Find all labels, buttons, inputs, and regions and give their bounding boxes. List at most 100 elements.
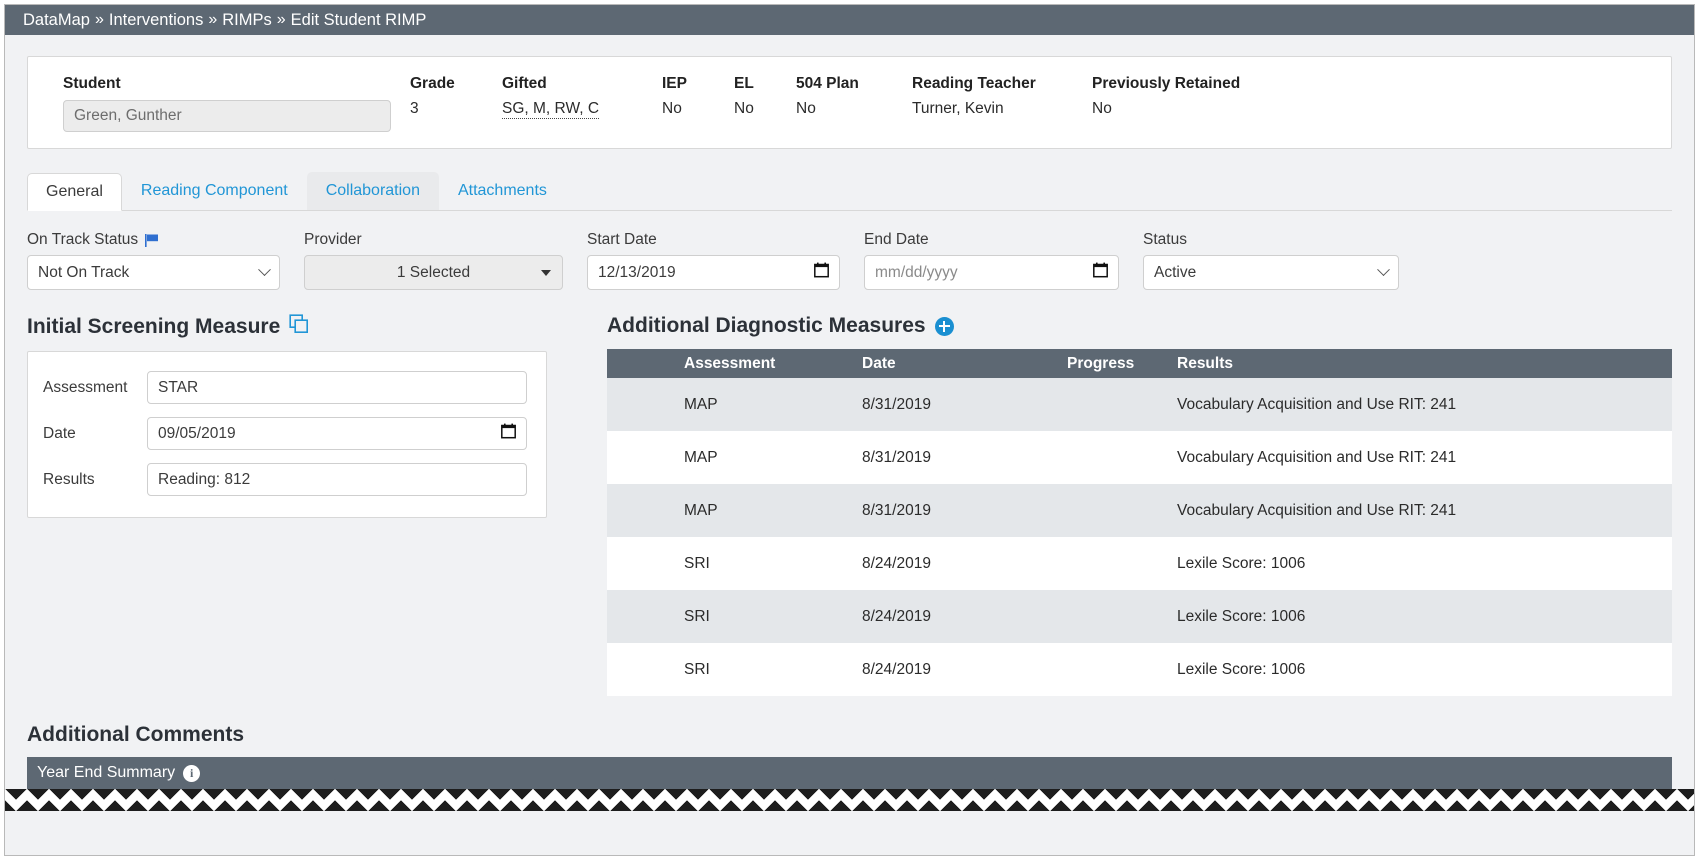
on-track-status-select[interactable]: Not On Track [27, 255, 280, 290]
start-date-field: Start Date 12/13/2019 [587, 231, 840, 290]
start-date-input[interactable]: 12/13/2019 [587, 255, 840, 290]
column-header-progress[interactable]: Progress [1067, 349, 1177, 378]
tab-general[interactable]: General [27, 173, 122, 211]
reading-teacher-label: Reading Teacher [912, 75, 1036, 92]
diagnostic-measures-table: Assessment Date Progress Results MAP 8/3… [607, 349, 1672, 696]
cell-results: Vocabulary Acquisition and Use RIT: 241 [1177, 501, 1457, 519]
iep-field: IEP No [662, 75, 734, 118]
additional-comments-heading: Additional Comments [27, 723, 245, 746]
cell-progress [1067, 378, 1177, 431]
on-track-status-label: On Track Status [27, 231, 280, 249]
initial-screening-card: Assessment STAR Date 09/05/2019 Results … [27, 351, 547, 518]
on-track-status-value: Not On Track [38, 263, 130, 281]
column-header-results[interactable]: Results [1177, 349, 1672, 378]
cell-progress [1067, 484, 1177, 537]
cell-assessment: SRI [684, 660, 710, 678]
assessment-label: Assessment [43, 378, 128, 396]
status-label: Status [1143, 231, 1187, 248]
end-date-input[interactable]: mm/dd/yyyy [864, 255, 1119, 290]
table-row[interactable]: SRI 8/24/2019 Lexile Score: 1006 [607, 537, 1672, 590]
end-date-label: End Date [864, 231, 929, 248]
caret-down-icon [541, 269, 551, 276]
breadcrumb-separator: » [208, 11, 218, 28]
column-header-assessment[interactable]: Assessment [607, 349, 862, 378]
el-label: EL [734, 75, 754, 92]
previously-retained-value: No [1092, 100, 1112, 117]
tab-attachments[interactable]: Attachments [439, 172, 566, 210]
calendar-icon[interactable] [501, 423, 516, 444]
provider-value: 1 Selected [396, 263, 471, 281]
info-icon[interactable]: i [183, 764, 201, 782]
breadcrumb-separator: » [276, 11, 286, 28]
on-track-status-label-text: On Track Status [27, 231, 139, 248]
student-info-card: Student Grade 3 Gifted SG, M, RW, C IEP … [27, 56, 1672, 149]
breadcrumb-item-edit-student-rimp: Edit Student RIMP [290, 10, 427, 29]
calendar-icon[interactable] [1093, 262, 1108, 283]
start-date-value: 12/13/2019 [598, 263, 676, 281]
results-input[interactable]: Reading: 812 [147, 463, 527, 496]
plus-circle-icon[interactable] [934, 316, 954, 336]
cell-progress [1067, 537, 1177, 590]
cell-assessment: MAP [684, 448, 718, 466]
start-date-label: Start Date [587, 231, 657, 248]
iep-label: IEP [662, 75, 687, 92]
results-row: Results Reading: 812 [43, 463, 527, 496]
breadcrumb-separator: » [94, 11, 104, 28]
tab-reading-component[interactable]: Reading Component [122, 172, 307, 210]
cell-results: Lexile Score: 1006 [1177, 554, 1306, 572]
assessment-input[interactable]: STAR [147, 371, 527, 404]
gifted-field: Gifted SG, M, RW, C [502, 75, 662, 119]
table-header-row: Assessment Date Progress Results [607, 349, 1672, 378]
results-label: Results [43, 470, 95, 488]
flag-icon [144, 233, 160, 248]
cell-results: Vocabulary Acquisition and Use RIT: 241 [1177, 395, 1457, 413]
assessment-value: STAR [158, 378, 199, 396]
gifted-value: SG, M, RW, C [502, 100, 600, 119]
table-row[interactable]: SRI 8/24/2019 Lexile Score: 1006 [607, 590, 1672, 643]
student-field: Student [28, 75, 410, 132]
date-row: Date 09/05/2019 [43, 417, 527, 450]
status-field: Status Active [1143, 231, 1399, 290]
year-end-summary-label: Year End Summary [37, 764, 176, 781]
student-input[interactable] [63, 100, 391, 132]
provider-multiselect[interactable]: 1 Selected [304, 255, 563, 290]
initial-screening-heading: Initial Screening Measure [27, 314, 592, 340]
calendar-icon[interactable] [814, 262, 829, 283]
diagnostic-measures-section: Additional Diagnostic Measures Assessmen… [592, 314, 1672, 696]
table-row[interactable]: SRI 8/24/2019 Lexile Score: 1006 [607, 643, 1672, 696]
table-row[interactable]: MAP 8/31/2019 Vocabulary Acquisition and… [607, 484, 1672, 537]
breadcrumb-item-rimps[interactable]: RIMPs [222, 11, 272, 30]
breadcrumb-item-datamap[interactable]: DataMap [23, 11, 90, 30]
reading-teacher-field: Reading Teacher Turner, Kevin [912, 75, 1092, 118]
student-label: Student [63, 75, 121, 92]
table-row[interactable]: MAP 8/31/2019 Vocabulary Acquisition and… [607, 378, 1672, 431]
copy-icon[interactable] [289, 314, 309, 340]
initial-screening-section: Initial Screening Measure Assessment STA… [27, 314, 592, 696]
results-value: Reading: 812 [158, 470, 251, 488]
cell-progress [1067, 431, 1177, 484]
table-row[interactable]: MAP 8/31/2019 Vocabulary Acquisition and… [607, 431, 1672, 484]
measures-area: Initial Screening Measure Assessment STA… [27, 314, 1672, 696]
iep-value: No [662, 100, 682, 117]
previously-retained-label: Previously Retained [1092, 75, 1241, 92]
initial-screening-heading-text: Initial Screening Measure [27, 315, 281, 338]
column-header-date[interactable]: Date [862, 349, 1067, 378]
tab-collaboration[interactable]: Collaboration [306, 172, 439, 210]
cell-assessment: SRI [684, 607, 710, 625]
breadcrumb-item-interventions[interactable]: Interventions [109, 11, 203, 30]
breadcrumb: DataMap » Interventions » RIMPs » Edit S… [5, 5, 1694, 35]
cell-results: Lexile Score: 1006 [1177, 607, 1306, 625]
year-end-summary-bar[interactable]: Year End Summary i [27, 757, 1672, 789]
cell-assessment: SRI [684, 554, 710, 572]
end-date-field: End Date mm/dd/yyyy [864, 231, 1119, 290]
plan-504-label: 504 Plan [796, 75, 859, 92]
cell-date: 8/31/2019 [862, 448, 931, 466]
plan-504-value: No [796, 100, 816, 117]
status-select[interactable]: Active [1143, 255, 1399, 290]
cell-results: Vocabulary Acquisition and Use RIT: 241 [1177, 448, 1457, 466]
diagnostic-measures-heading: Additional Diagnostic Measures [607, 314, 1672, 338]
date-input[interactable]: 09/05/2019 [147, 417, 527, 450]
torn-edge-divider [5, 789, 1694, 811]
general-form-row: On Track Status Not On Track Provider 1 … [27, 231, 1672, 290]
cell-date: 8/31/2019 [862, 395, 931, 413]
